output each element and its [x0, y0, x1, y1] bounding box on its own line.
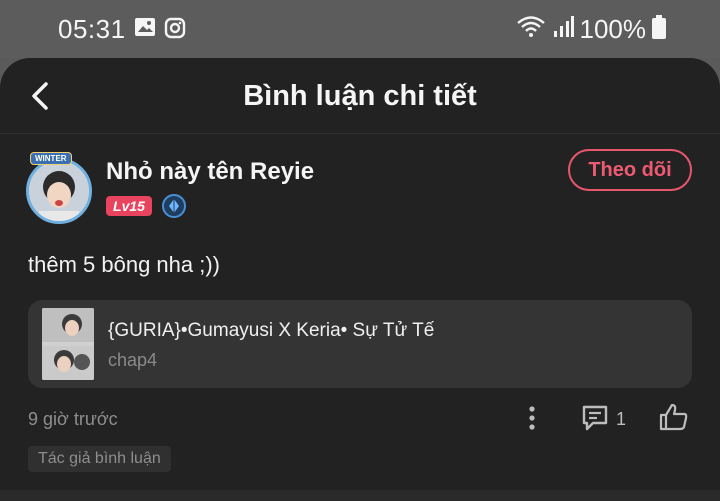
- reply-button[interactable]: [580, 404, 610, 432]
- story-cover: [42, 308, 94, 380]
- comment-text: thêm 5 bông nha ;)): [28, 252, 221, 277]
- vip-diamond-icon: [162, 194, 186, 218]
- username[interactable]: Nhỏ này tên Reyie: [106, 158, 314, 186]
- avatar-image: [26, 158, 92, 224]
- status-right: 100%: [516, 14, 666, 45]
- author-tag: Tác giả bình luận: [28, 446, 171, 472]
- avatar[interactable]: WINTER: [22, 152, 96, 228]
- follow-button[interactable]: Theo dõi: [568, 149, 692, 191]
- thumbs-up-icon: [659, 403, 688, 431]
- story-card[interactable]: {GURIA}•Gumayusi X Keria• Sự Tử Tế chap4: [28, 300, 692, 388]
- comment-detail-sheet: Bình luận chi tiết WINTER Nhỏ này tên Re…: [0, 58, 720, 501]
- divider: [0, 490, 720, 501]
- comment-icon: [582, 405, 608, 431]
- reply-count: 1: [616, 409, 627, 429]
- more-options-button[interactable]: [520, 404, 544, 432]
- wifi-icon: [516, 15, 546, 44]
- avatar-frame-badge: WINTER: [30, 152, 72, 165]
- image-icon: [134, 17, 156, 42]
- more-vertical-icon: [529, 406, 535, 430]
- battery-percent: 100%: [579, 14, 647, 44]
- signal-icon: [552, 15, 574, 44]
- status-bar: 05:31 100%: [0, 0, 720, 58]
- header: Bình luận chi tiết: [0, 58, 720, 134]
- status-time: 05:31: [58, 14, 126, 44]
- level-badge: Lv15: [106, 196, 152, 216]
- battery-icon: [652, 15, 666, 44]
- story-title: {GURIA}•Gumayusi X Keria• Sự Tử Tế: [108, 320, 435, 341]
- like-button[interactable]: [658, 402, 690, 432]
- instagram-icon: [164, 17, 186, 44]
- page-title: Bình luận chi tiết: [243, 80, 477, 112]
- comment-timestamp: 9 giờ trước: [28, 409, 118, 429]
- story-chapter: chap4: [108, 350, 158, 370]
